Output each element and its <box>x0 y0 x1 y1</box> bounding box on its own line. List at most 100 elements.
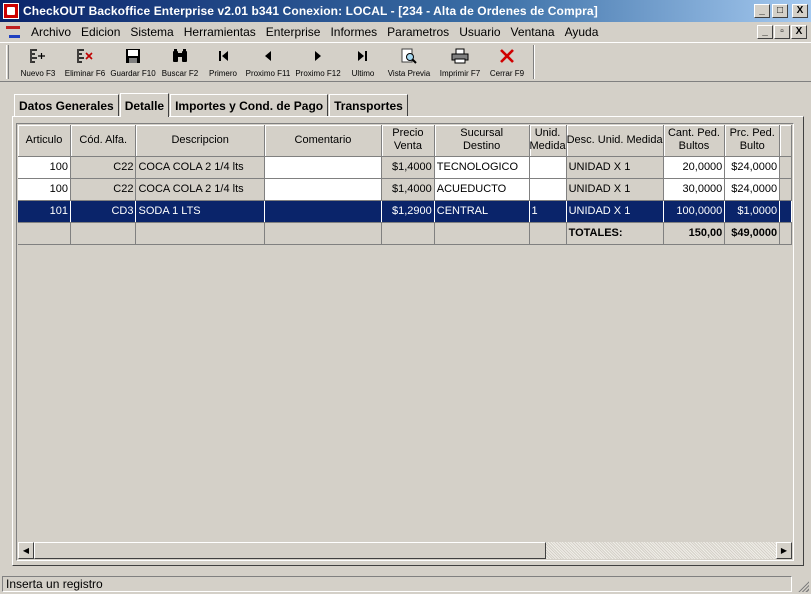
cell-precio[interactable]: $1,4000 <box>381 156 435 179</box>
col-header-articulo[interactable]: Articulo <box>18 125 72 157</box>
menu-usuario[interactable]: Usuario <box>454 25 505 39</box>
preview-button[interactable]: Vista Previa <box>383 43 435 81</box>
new-label: Nuevo F3 <box>20 69 56 78</box>
cell-precio[interactable]: $1,2900 <box>381 200 435 223</box>
toolbar-separator <box>533 45 535 79</box>
table-row[interactable]: 100 C22 COCA COLA 2 1/4 lts $1,4000 ACUE… <box>18 178 792 201</box>
cell-unid[interactable] <box>529 156 567 179</box>
cell-desc-unid[interactable]: UNIDAD X 1 <box>566 156 664 179</box>
tab-importes[interactable]: Importes y Cond. de Pago <box>170 94 329 116</box>
tab-detalle[interactable]: Detalle <box>119 93 170 117</box>
cell-descripcion[interactable]: COCA COLA 2 1/4 lts <box>135 156 265 179</box>
cell-unid[interactable] <box>529 178 567 201</box>
cell-descripcion[interactable]: COCA COLA 2 1/4 lts <box>135 178 265 201</box>
menu-ventana[interactable]: Ventana <box>506 25 560 39</box>
cell-articulo[interactable]: 101 <box>18 200 72 223</box>
cell-comentario[interactable] <box>264 178 383 201</box>
cell-articulo[interactable]: 100 <box>18 178 72 201</box>
col-header-descripcion[interactable]: Descripcion <box>135 125 265 157</box>
cell-cod-alfa[interactable]: C22 <box>70 156 137 179</box>
binoculars-icon <box>171 47 189 65</box>
cell-cod-alfa[interactable]: C22 <box>70 178 137 201</box>
save-icon <box>125 47 141 65</box>
last-button[interactable]: Ultimo <box>343 43 383 81</box>
menu-herramientas[interactable]: Herramientas <box>179 25 261 39</box>
menu-sistema[interactable]: Sistema <box>125 25 178 39</box>
col-header-desc-unid-medida[interactable]: Desc. Unid. Medida <box>566 125 664 157</box>
mdi-restore-button[interactable]: ▫ <box>774 25 790 39</box>
col-header-prc-ped-bulto[interactable]: Prc. Ped. Bulto <box>724 125 781 157</box>
detail-grid[interactable]: Articulo Cód. Alfa. Descripcion Comentar… <box>16 123 794 561</box>
cell-desc-unid[interactable]: UNIDAD X 1 <box>566 200 664 223</box>
preview-label: Vista Previa <box>387 69 431 78</box>
delete-button[interactable]: Eliminar F6 <box>61 43 109 81</box>
cell-sucursal[interactable]: TECNOLOGICO <box>434 156 530 179</box>
menu-ayuda[interactable]: Ayuda <box>560 25 604 39</box>
print-button[interactable]: Imprimir F7 <box>435 43 485 81</box>
col-header-precio-venta[interactable]: Precio Venta <box>381 125 435 157</box>
cell-comentario[interactable] <box>264 200 383 223</box>
col-header-unid-medida[interactable]: Unid. Medida <box>529 125 567 157</box>
previous-button[interactable]: Proximo F11 <box>243 43 293 81</box>
tab-datos-generales[interactable]: Datos Generales <box>14 94 119 116</box>
new-button[interactable]: Nuevo F3 <box>15 43 61 81</box>
cell-articulo[interactable]: 100 <box>18 156 72 179</box>
col-header-sucursal-destino[interactable]: Sucursal Destino <box>434 125 530 157</box>
table-row[interactable]: 100 C22 COCA COLA 2 1/4 lts $1,4000 TECN… <box>18 156 792 179</box>
menu-enterprise[interactable]: Enterprise <box>261 25 326 39</box>
mdi-minimize-button[interactable]: _ <box>757 25 773 39</box>
close-icon <box>499 47 515 65</box>
toolbar-grip[interactable] <box>6 45 9 79</box>
cell-extra <box>779 156 792 179</box>
cell-prc[interactable]: $1,0000 <box>724 200 781 223</box>
cell-descripcion[interactable]: SODA 1 LTS <box>135 200 265 223</box>
col-header-cod-alfa[interactable]: Cód. Alfa. <box>70 125 137 157</box>
cell-cant[interactable]: 100,0000 <box>663 200 726 223</box>
cell-comentario[interactable] <box>264 156 383 179</box>
next-icon <box>311 47 325 65</box>
save-button[interactable]: Guardar F10 <box>109 43 157 81</box>
cell-precio[interactable]: $1,4000 <box>381 178 435 201</box>
scroll-left-button[interactable]: ◀ <box>18 542 34 559</box>
cell-cant[interactable]: 30,0000 <box>663 178 726 201</box>
close-form-button[interactable]: Cerrar F9 <box>485 43 529 81</box>
mdi-child-icon[interactable] <box>6 26 20 38</box>
totals-row: TOTALES: 150,00 $49,0000 <box>18 222 792 245</box>
prev-icon <box>261 47 275 65</box>
new-icon <box>29 47 47 65</box>
mdi-close-button[interactable]: X <box>791 25 807 39</box>
tab-transportes[interactable]: Transportes <box>329 94 408 116</box>
cell-cod-alfa[interactable]: CD3 <box>70 200 137 223</box>
next-button[interactable]: Proximo F12 <box>293 43 343 81</box>
cell-unid[interactable]: 1 <box>529 200 567 223</box>
cell-prc[interactable]: $24,0000 <box>724 156 781 179</box>
cell-sucursal[interactable]: ACUEDUCTO <box>434 178 530 201</box>
scroll-right-button[interactable]: ▶ <box>776 542 792 559</box>
col-header-cant-ped-bultos[interactable]: Cant. Ped. Bultos <box>663 125 726 157</box>
search-button[interactable]: Buscar F2 <box>157 43 203 81</box>
maximize-button[interactable]: □ <box>772 4 788 18</box>
scroll-thumb[interactable] <box>34 542 546 559</box>
cell-prc[interactable]: $24,0000 <box>724 178 781 201</box>
save-label: Guardar F10 <box>110 69 156 78</box>
menu-parametros[interactable]: Parametros <box>382 25 454 39</box>
close-window-button[interactable]: X <box>792 4 808 18</box>
menu-informes[interactable]: Informes <box>325 25 382 39</box>
menu-edicion[interactable]: Edicion <box>76 25 125 39</box>
next-label: Proximo F12 <box>295 69 341 78</box>
cell-sucursal[interactable]: CENTRAL <box>434 200 530 223</box>
first-button[interactable]: Primero <box>203 43 243 81</box>
totals-prc: $49,0000 <box>724 222 781 245</box>
table-row-selected[interactable]: 101 CD3 SODA 1 LTS $1,2900 CENTRAL 1 UNI… <box>18 200 792 223</box>
menu-archivo[interactable]: Archivo <box>26 25 76 39</box>
cell-cant[interactable]: 20,0000 <box>663 156 726 179</box>
print-label: Imprimir F7 <box>439 69 481 78</box>
col-header-comentario[interactable]: Comentario <box>264 125 383 157</box>
resize-grip[interactable] <box>797 580 809 592</box>
cell-desc-unid[interactable]: UNIDAD X 1 <box>566 178 664 201</box>
scroll-track[interactable] <box>34 542 776 559</box>
app-icon[interactable] <box>3 3 19 19</box>
cell-empty <box>18 222 72 245</box>
minimize-button[interactable]: _ <box>754 4 770 18</box>
horizontal-scrollbar[interactable]: ◀ ▶ <box>18 542 792 559</box>
